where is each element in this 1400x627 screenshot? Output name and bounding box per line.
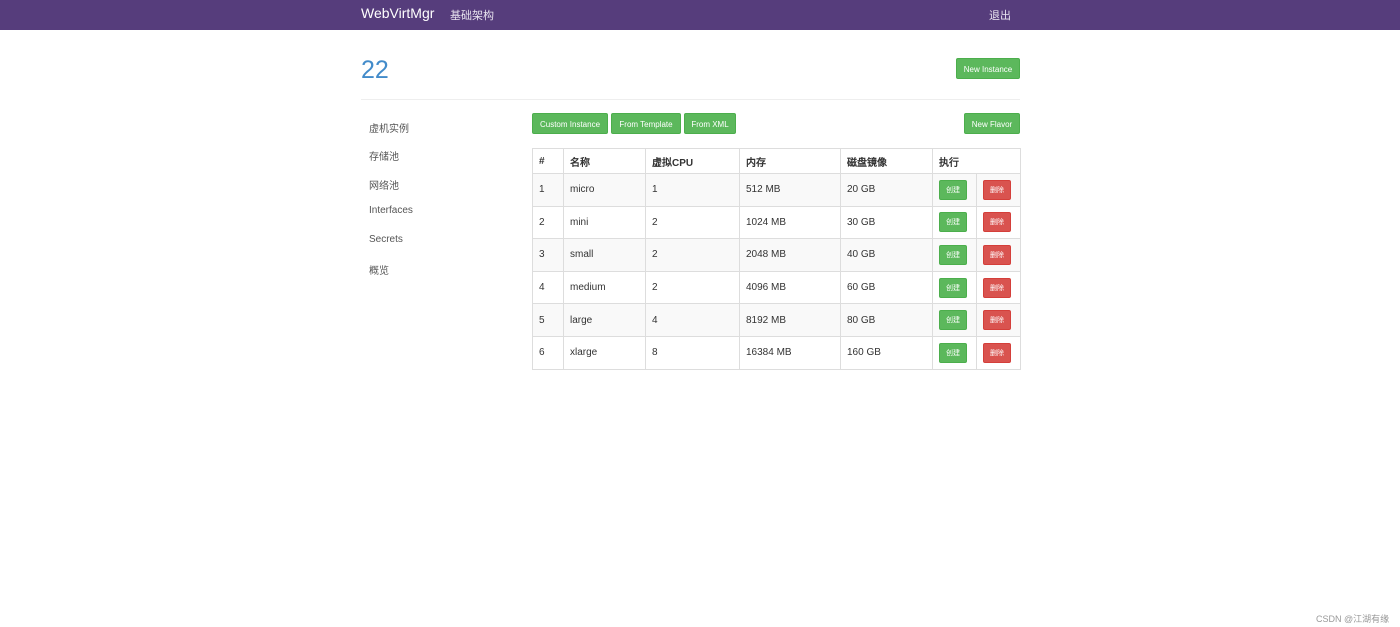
- cell-index: 5: [532, 303, 564, 337]
- page-title: 22: [361, 56, 389, 84]
- cell-memory: 8192 MB: [739, 303, 841, 337]
- table-row: 5 large 4 8192 MB 80 GB 创建 删除: [532, 303, 1021, 337]
- table-row: 4 medium 2 4096 MB 60 GB 创建 删除: [532, 270, 1021, 305]
- cell-memory: 1024 MB: [739, 205, 841, 240]
- column-header-disk: 磁盘镜像: [840, 148, 933, 174]
- from-xml-button[interactable]: From XML: [684, 113, 736, 134]
- cell-name: small: [563, 238, 646, 272]
- column-header-memory: 内存: [739, 148, 841, 174]
- cell-create: 创建: [932, 335, 977, 370]
- delete-button[interactable]: 删除: [983, 212, 1011, 233]
- create-button[interactable]: 创建: [939, 342, 967, 363]
- cell-disk: 20 GB: [840, 173, 933, 207]
- cell-memory: 512 MB: [739, 173, 841, 207]
- column-header-index: #: [532, 148, 564, 174]
- cell-vcpu: 2: [645, 270, 740, 305]
- cell-create: 创建: [932, 270, 977, 305]
- cell-create: 创建: [932, 205, 977, 240]
- cell-memory: 4096 MB: [739, 270, 841, 305]
- cell-delete: 删除: [976, 173, 1021, 207]
- new-flavor-button[interactable]: New Flavor: [964, 113, 1020, 134]
- cell-name: xlarge: [563, 335, 646, 370]
- cell-index: 4: [532, 270, 564, 305]
- cell-vcpu: 8: [645, 335, 740, 370]
- from-template-button[interactable]: From Template: [611, 113, 681, 134]
- column-header-vcpu: 虚拟CPU: [645, 148, 740, 174]
- cell-index: 6: [532, 335, 564, 370]
- nav-logout-link[interactable]: 退出: [989, 7, 1011, 23]
- cell-name: large: [563, 303, 646, 337]
- new-instance-button[interactable]: New Instance: [956, 58, 1020, 79]
- cell-disk: 160 GB: [840, 335, 933, 370]
- cell-create: 创建: [932, 238, 977, 272]
- sidebar-item-instances[interactable]: 虚机实例: [369, 120, 409, 135]
- cell-create: 创建: [932, 303, 977, 337]
- cell-memory: 2048 MB: [739, 238, 841, 272]
- cell-vcpu: 1: [645, 173, 740, 207]
- delete-button[interactable]: 删除: [983, 342, 1011, 363]
- delete-button[interactable]: 删除: [983, 310, 1011, 331]
- brand-link[interactable]: WebVirtMgr: [361, 5, 434, 21]
- cell-name: mini: [563, 205, 646, 240]
- cell-delete: 删除: [976, 205, 1021, 240]
- cell-vcpu: 2: [645, 205, 740, 240]
- cell-delete: 删除: [976, 270, 1021, 305]
- cell-disk: 60 GB: [840, 270, 933, 305]
- cell-disk: 80 GB: [840, 303, 933, 337]
- cell-index: 2: [532, 205, 564, 240]
- custom-instance-button[interactable]: Custom Instance: [532, 113, 608, 134]
- cell-memory: 16384 MB: [739, 335, 841, 370]
- create-button[interactable]: 创建: [939, 310, 967, 331]
- top-navbar: WebVirtMgr 基础架构 退出: [0, 0, 1400, 30]
- create-button[interactable]: 创建: [939, 277, 967, 298]
- cell-delete: 删除: [976, 303, 1021, 337]
- table-row: 6 xlarge 8 16384 MB 160 GB 创建 删除: [532, 335, 1021, 370]
- cell-delete: 删除: [976, 238, 1021, 272]
- table-row: 1 micro 1 512 MB 20 GB 创建 删除: [532, 173, 1021, 207]
- create-button[interactable]: 创建: [939, 179, 967, 200]
- column-header-name: 名称: [563, 148, 646, 174]
- create-button[interactable]: 创建: [939, 244, 967, 265]
- column-header-actions: 执行: [932, 148, 1021, 174]
- sidebar-item-interfaces[interactable]: Interfaces: [369, 205, 413, 216]
- table-row: 3 small 2 2048 MB 40 GB 创建 删除: [532, 238, 1021, 272]
- flavor-table: # 名称 虚拟CPU 内存 磁盘镜像 执行 1 micro 1 512 MB 20 GB…: [532, 148, 1021, 370]
- cell-vcpu: 2: [645, 238, 740, 272]
- watermark: CSDN @江湖有缘: [1316, 614, 1390, 624]
- sidebar-item-storage[interactable]: 存储池: [369, 148, 399, 163]
- sidebar-item-secrets[interactable]: Secrets: [369, 234, 403, 245]
- cell-disk: 30 GB: [840, 205, 933, 240]
- delete-button[interactable]: 删除: [983, 179, 1011, 200]
- cell-name: micro: [563, 173, 646, 207]
- cell-name: medium: [563, 270, 646, 305]
- sidebar-item-networks[interactable]: 网络池: [369, 177, 399, 192]
- cell-create: 创建: [932, 173, 977, 207]
- table-header-row: # 名称 虚拟CPU 内存 磁盘镜像 执行: [532, 148, 1021, 174]
- cell-disk: 40 GB: [840, 238, 933, 272]
- header-divider: [361, 99, 1020, 100]
- sidebar-item-overview[interactable]: 概览: [369, 262, 389, 277]
- delete-button[interactable]: 删除: [983, 244, 1011, 265]
- cell-delete: 删除: [976, 335, 1021, 370]
- create-button[interactable]: 创建: [939, 212, 967, 233]
- cell-vcpu: 4: [645, 303, 740, 337]
- cell-index: 3: [532, 238, 564, 272]
- cell-index: 1: [532, 173, 564, 207]
- nav-infrastructure-link[interactable]: 基础架构: [450, 7, 494, 23]
- delete-button[interactable]: 删除: [983, 277, 1011, 298]
- table-row: 2 mini 2 1024 MB 30 GB 创建 删除: [532, 205, 1021, 240]
